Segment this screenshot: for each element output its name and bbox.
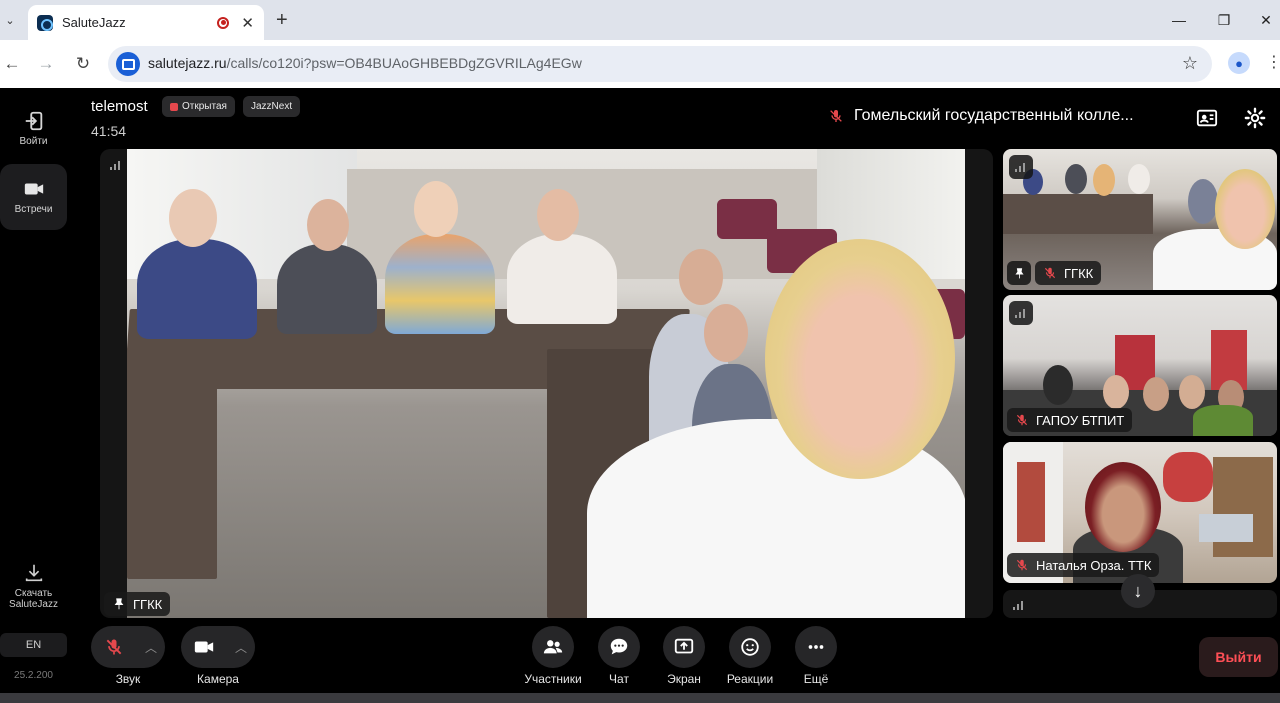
mic-off-icon (1016, 414, 1028, 426)
new-tab-button[interactable]: + (276, 9, 288, 32)
reactions-label: Реакции (726, 672, 774, 686)
signal-strength-icon (1013, 600, 1025, 610)
site-camera-icon[interactable] (116, 52, 140, 76)
main-video-name-tag: ГГКК (104, 592, 171, 616)
browser-toolbar: ← → ↻ salutejazz.ru/calls/co120i?psw=OB4… (0, 40, 1280, 88)
more-dots-icon (808, 645, 824, 649)
camera-label: Камера (197, 672, 239, 686)
jazznext-chip[interactable]: JazzNext (243, 96, 301, 117)
browser-tab-bar: ⌄ SaluteJazz ✕ + — ❐ ✕ (0, 0, 1280, 40)
call-timer: 41:54 (91, 123, 127, 139)
participant-tile[interactable]: Наталья Орза. ТТК (1003, 442, 1277, 583)
participant-tile[interactable]: ГАПОУ БТПИТ (1003, 295, 1277, 436)
signal-strength-icon (1015, 162, 1027, 172)
participants-label: Участники (524, 672, 582, 686)
tile-name-tag: ГГКК (1035, 261, 1102, 285)
meeting-name: telemost (91, 98, 148, 115)
sound-control: ︿ (91, 626, 165, 668)
mic-off-icon (106, 639, 122, 655)
tab-list-button[interactable]: ⌄ (0, 8, 20, 32)
back-button[interactable]: ← (0, 52, 24, 76)
forward-button[interactable]: → (34, 52, 58, 76)
chat-bubble-icon (610, 638, 628, 655)
recording-indicator-icon (217, 16, 230, 29)
sidebar-item-meetings[interactable]: Встречи (0, 164, 67, 230)
restore-window-button[interactable]: ❐ (1214, 10, 1234, 30)
lock-open-icon (170, 102, 178, 111)
url-text: salutejazz.ru/calls/co120i?psw=OB4BUAoGH… (148, 55, 582, 71)
sidebar-item-login[interactable]: Войти (0, 110, 67, 147)
tab-title: SaluteJazz (62, 15, 126, 30)
mic-toggle-button[interactable] (91, 626, 137, 668)
sidebar-item-label: Встречи (14, 204, 53, 215)
minimize-window-button[interactable]: — (1169, 10, 1189, 30)
salutejazz-favicon-icon (37, 14, 53, 31)
camera-control: ︿ (181, 626, 255, 668)
os-taskbar (0, 693, 1280, 703)
camera-toggle-button[interactable] (181, 626, 227, 668)
reactions-button[interactable] (729, 626, 771, 668)
chat-label: Чат (609, 672, 629, 686)
mic-off-icon (830, 110, 842, 122)
pin-icon[interactable] (112, 597, 126, 611)
active-speaker-name: Гомельский государственный колле... (854, 107, 1134, 124)
more-label: Ещё (803, 672, 829, 686)
tile-name-tag: ГАПОУ БТПИТ (1007, 408, 1133, 432)
active-speaker: Гомельский государственный колле... (828, 107, 1134, 125)
bookmark-star-icon[interactable]: ☆ (1182, 53, 1198, 74)
close-window-button[interactable]: ✕ (1256, 10, 1276, 30)
signal-strength-icon (110, 160, 122, 170)
tab-close-icon[interactable]: ✕ (241, 14, 254, 32)
browser-menu-icon[interactable]: ⋮ (1266, 52, 1280, 72)
language-button[interactable]: EN (0, 633, 67, 657)
smiley-icon (741, 638, 759, 656)
login-icon (25, 111, 42, 131)
sound-label: Звук (115, 672, 141, 686)
mic-off-icon (1044, 267, 1056, 279)
tile-signal-badge (1009, 301, 1033, 325)
sidebar-item-label: Войти (19, 136, 48, 147)
screen-share-icon (674, 638, 694, 654)
download-app-button[interactable]: Скачать SaluteJazz (0, 562, 67, 610)
scroll-down-button[interactable]: ↓ (1121, 574, 1155, 608)
screen-label: Экран (667, 672, 701, 686)
reload-button[interactable]: ↻ (71, 52, 95, 76)
settings-gear-icon[interactable] (1244, 107, 1266, 129)
app-version: 25.2.200 (14, 670, 53, 681)
mic-off-icon (1016, 559, 1028, 571)
main-video-tile[interactable]: ГГКК (100, 149, 993, 618)
meeting-access-chip[interactable]: Открытая (162, 96, 235, 117)
download-icon (25, 564, 42, 582)
profile-avatar-icon[interactable]: ● (1228, 52, 1250, 74)
participants-icon (543, 640, 563, 654)
camera-options-chevron-up-icon[interactable]: ︿ (227, 626, 255, 668)
leave-call-button[interactable]: Выйти (1199, 637, 1278, 677)
sound-options-chevron-up-icon[interactable]: ︿ (137, 626, 165, 668)
participants-button[interactable] (532, 626, 574, 668)
screen-share-button[interactable] (663, 626, 705, 668)
participant-card-icon[interactable] (1196, 107, 1218, 129)
participant-tile[interactable]: ГГКК (1003, 149, 1277, 290)
chat-button[interactable] (598, 626, 640, 668)
more-button[interactable] (795, 626, 837, 668)
signal-strength-icon (1015, 308, 1027, 318)
camera-icon (194, 641, 214, 653)
camera-icon (24, 183, 43, 195)
tile-signal-badge (1009, 155, 1033, 179)
pin-icon[interactable] (1007, 261, 1031, 285)
salutejazz-app: Войти Встречи Скачать SaluteJazz EN 25.2… (0, 88, 1280, 693)
address-bar[interactable]: salutejazz.ru/calls/co120i?psw=OB4BUAoGH… (108, 46, 1212, 82)
browser-tab[interactable]: SaluteJazz ✕ (28, 5, 264, 40)
main-video-feed (127, 149, 965, 618)
